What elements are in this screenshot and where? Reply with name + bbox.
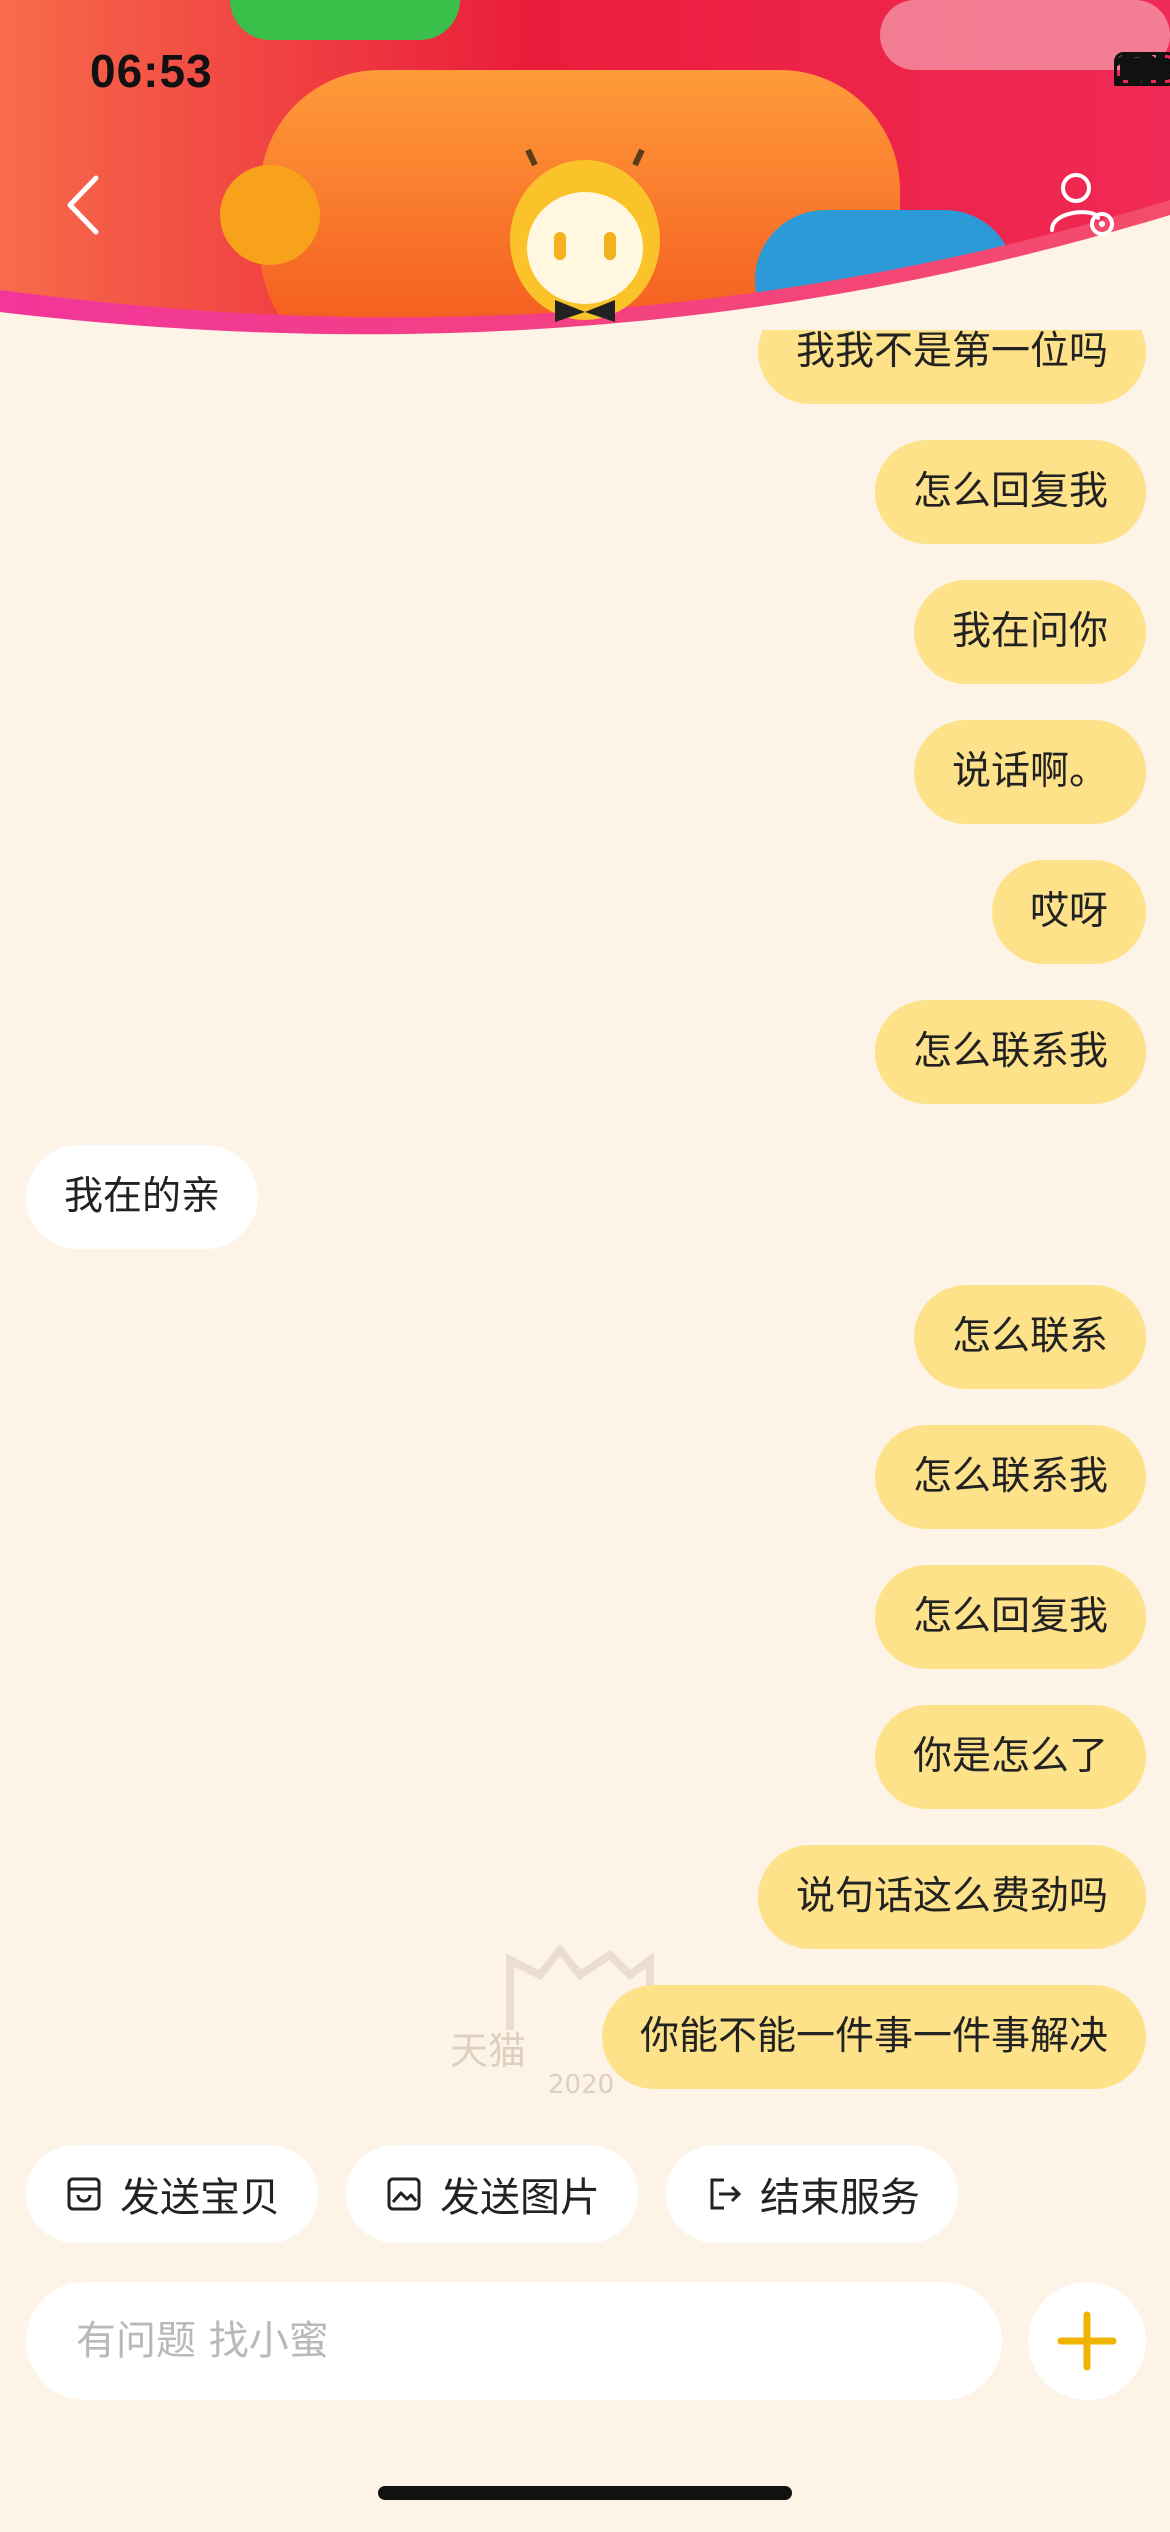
send-image-label: 发送图片 xyxy=(440,2175,600,2221)
image-icon xyxy=(387,2177,421,2211)
message-incoming: 我在的亲 xyxy=(26,1145,259,1249)
watermark-text: 天猫 xyxy=(450,2029,527,2073)
composer xyxy=(26,2282,1146,2400)
message-outgoing: 怎么回复我 xyxy=(874,1565,1146,1669)
message-outgoing: 怎么联系我 xyxy=(874,1425,1146,1529)
message-outgoing: 怎么联系我 xyxy=(874,1000,1146,1104)
back-button[interactable] xyxy=(56,170,116,240)
quick-actions-bar: 发送宝贝 发送图片 结束服务 xyxy=(26,2145,958,2243)
message-outgoing: 我在问你 xyxy=(913,580,1146,684)
watermark-year: 2020 xyxy=(548,2070,615,2100)
message-outgoing: 说话啊。 xyxy=(913,720,1146,824)
plus-icon xyxy=(1057,2311,1117,2371)
user-settings-button[interactable] xyxy=(1046,168,1118,240)
message-outgoing: 你能不能一件事一件事解决 xyxy=(601,1985,1146,2089)
header-banner: 06:53 xyxy=(0,0,1170,345)
exit-icon xyxy=(710,2178,742,2210)
message-outgoing: 哎呀 xyxy=(991,860,1146,964)
message-outgoing: 怎么联系 xyxy=(913,1285,1146,1389)
message-input[interactable] xyxy=(26,2282,1002,2400)
user-settings-icon xyxy=(1050,173,1114,236)
chevron-left-icon xyxy=(67,175,99,235)
status-time: 06:53 xyxy=(90,45,213,97)
add-button[interactable] xyxy=(1028,2282,1146,2400)
end-service-button[interactable]: 结束服务 xyxy=(666,2145,958,2243)
chat-messages[interactable]: 我我不是第一位吗 怎么回复我 我在问你 说话啊。 哎呀 怎么联系我 我在的亲 怎… xyxy=(0,330,1170,2100)
bag-icon xyxy=(67,2177,101,2211)
send-product-button[interactable]: 发送宝贝 xyxy=(26,2145,318,2243)
message-outgoing: 你是怎么了 xyxy=(874,1705,1146,1809)
message-outgoing: 我我不是第一位吗 xyxy=(757,330,1146,404)
home-indicator xyxy=(378,2486,792,2500)
send-product-label: 发送宝贝 xyxy=(120,2175,280,2221)
end-service-label: 结束服务 xyxy=(760,2175,920,2221)
battery-icon xyxy=(1114,52,1170,86)
message-outgoing: 说句话这么费劲吗 xyxy=(757,1845,1146,1949)
send-image-button[interactable]: 发送图片 xyxy=(346,2145,638,2243)
message-outgoing: 怎么回复我 xyxy=(874,440,1146,544)
